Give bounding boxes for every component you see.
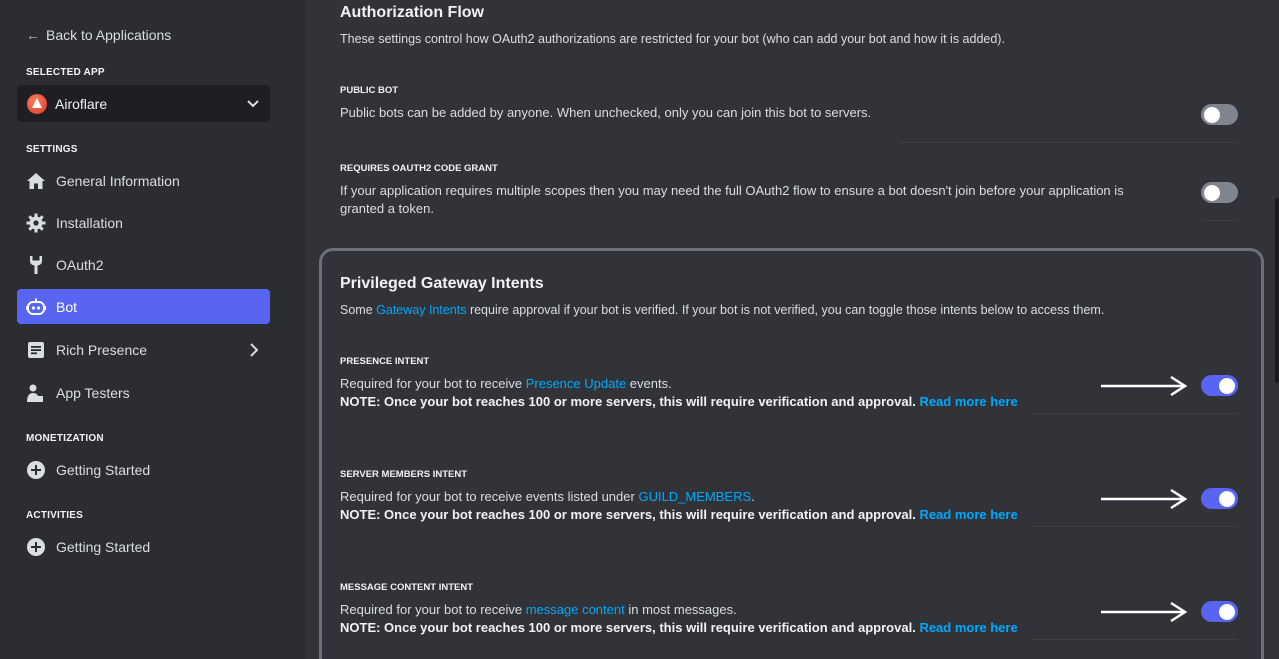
desc-text: Required for your bot to receive [340,376,526,391]
desc-text: Required for your bot to receive [340,602,526,617]
arrow-right-icon [1101,489,1188,509]
server-members-intent-label: SERVER MEMBERS INTENT [340,469,468,480]
desc-text: in most messages. [624,602,737,617]
public-bot-toggle[interactable] [1201,104,1238,125]
presence-intent-label: PRESENCE INTENT [340,356,430,367]
sidebar-item-monetization-getting-started[interactable]: Getting Started [17,452,270,487]
chevron-down-icon [246,97,260,111]
chevron-right-icon [247,342,261,357]
divider [900,142,1238,143]
desc-text: Required for your bot to receive events … [340,489,639,504]
verification-note: NOTE: Once your bot reaches 100 or more … [340,393,1018,411]
gateway-intents-link[interactable]: Gateway Intents [376,303,466,317]
app-logo-icon [27,93,47,114]
scrollbar[interactable] [1275,198,1279,383]
public-bot-label: PUBLIC BOT [340,85,399,96]
sidebar-item-app-testers[interactable]: App Testers [17,375,270,410]
arrow-right-icon [1101,376,1188,396]
message-content-intent-label: MESSAGE CONTENT INTENT [340,582,474,593]
divider [1202,220,1238,221]
authorization-flow-description: These settings control how OAuth2 author… [340,32,1005,46]
app-selector[interactable]: Airoflare [17,85,270,122]
sidebar-item-label: General Information [56,172,180,189]
main-content: Authorization Flow These settings contro… [305,0,1279,659]
desc-text: Some [340,303,377,317]
monetization-heading: MONETIZATION [26,433,104,444]
sidebar-item-label: Rich Presence [56,341,148,358]
privileged-intents-title: Privileged Gateway Intents [340,275,544,292]
note-text: NOTE: Once your bot reaches 100 or more … [340,507,916,522]
sidebar: ← Back to Applications SELECTED APP Airo… [0,0,305,659]
note-text: NOTE: Once your bot reaches 100 or more … [340,620,916,635]
server-members-intent-description: Required for your bot to receive events … [340,488,1018,524]
message-content-intent-toggle[interactable] [1201,601,1238,622]
sidebar-item-general-information[interactable]: General Information [17,163,270,198]
desc-text: require approval if your bot is verified… [466,303,1105,317]
verification-note: NOTE: Once your bot reaches 100 or more … [340,619,1018,637]
sidebar-item-activities-getting-started[interactable]: Getting Started [17,529,270,564]
privileged-intents-description: Some Gateway Intents require approval if… [340,303,1104,317]
plus-circle-icon [26,460,46,480]
bot-icon [26,297,46,317]
public-bot-description: Public bots can be added by anyone. When… [340,105,872,120]
sidebar-item-rich-presence[interactable]: Rich Presence [17,332,270,367]
server-members-intent-toggle[interactable] [1201,488,1238,509]
document-icon [26,340,46,360]
back-label: Back to Applications [46,27,172,43]
desc-text: events. [626,376,672,391]
presence-intent-description: Required for your bot to receive Presenc… [340,375,1018,411]
back-to-applications-link[interactable]: ← Back to Applications [26,27,171,43]
settings-heading: SETTINGS [26,144,78,155]
presence-update-link[interactable]: Presence Update [526,376,626,391]
sidebar-item-label: Getting Started [56,538,151,555]
note-text: NOTE: Once your bot reaches 100 or more … [340,394,916,409]
sidebar-item-bot[interactable]: Bot [17,289,270,324]
plus-circle-icon [26,537,46,557]
sidebar-item-label: Installation [56,214,123,231]
toggle-knob [1219,603,1235,620]
sidebar-item-label: App Testers [56,384,130,401]
toggle-knob [1219,490,1235,507]
read-more-link[interactable]: Read more here [919,507,1017,522]
guild-members-link[interactable]: GUILD_MEMBERS [638,489,751,504]
read-more-link[interactable]: Read more here [919,620,1017,635]
user-icon [26,383,46,403]
sidebar-item-label: Getting Started [56,461,151,478]
authorization-flow-title: Authorization Flow [340,4,484,21]
divider [1032,526,1238,527]
selected-app-heading: SELECTED APP [26,67,105,78]
code-grant-toggle[interactable] [1201,182,1238,203]
arrow-left-icon: ← [26,27,40,43]
message-content-link[interactable]: message content [526,602,625,617]
gear-icon [26,213,46,233]
code-grant-description-line1: If your application requires multiple sc… [340,183,1124,198]
desc-text: . [751,489,755,504]
sidebar-item-oauth2[interactable]: OAuth2 [17,247,270,282]
toggle-knob [1204,106,1220,123]
activities-heading: ACTIVITIES [26,510,84,521]
divider [1032,413,1238,414]
read-more-link[interactable]: Read more here [919,394,1017,409]
arrow-right-icon [1101,602,1188,622]
verification-note: NOTE: Once your bot reaches 100 or more … [340,506,1018,524]
sidebar-item-label: Bot [56,298,78,315]
sidebar-item-label: OAuth2 [56,256,104,273]
home-icon [26,171,46,191]
wrench-icon [26,255,46,275]
sidebar-item-installation[interactable]: Installation [17,205,270,240]
message-content-intent-description: Required for your bot to receive message… [340,601,1018,637]
app-name: Airoflare [55,95,108,112]
code-grant-description-line2: granted a token. [340,201,434,216]
divider [1032,639,1238,640]
code-grant-description: If your application requires multiple sc… [340,182,1124,218]
toggle-knob [1204,184,1220,201]
toggle-knob [1219,377,1235,394]
code-grant-label: REQUIRES OAUTH2 CODE GRANT [340,163,498,174]
presence-intent-toggle[interactable] [1201,375,1238,396]
